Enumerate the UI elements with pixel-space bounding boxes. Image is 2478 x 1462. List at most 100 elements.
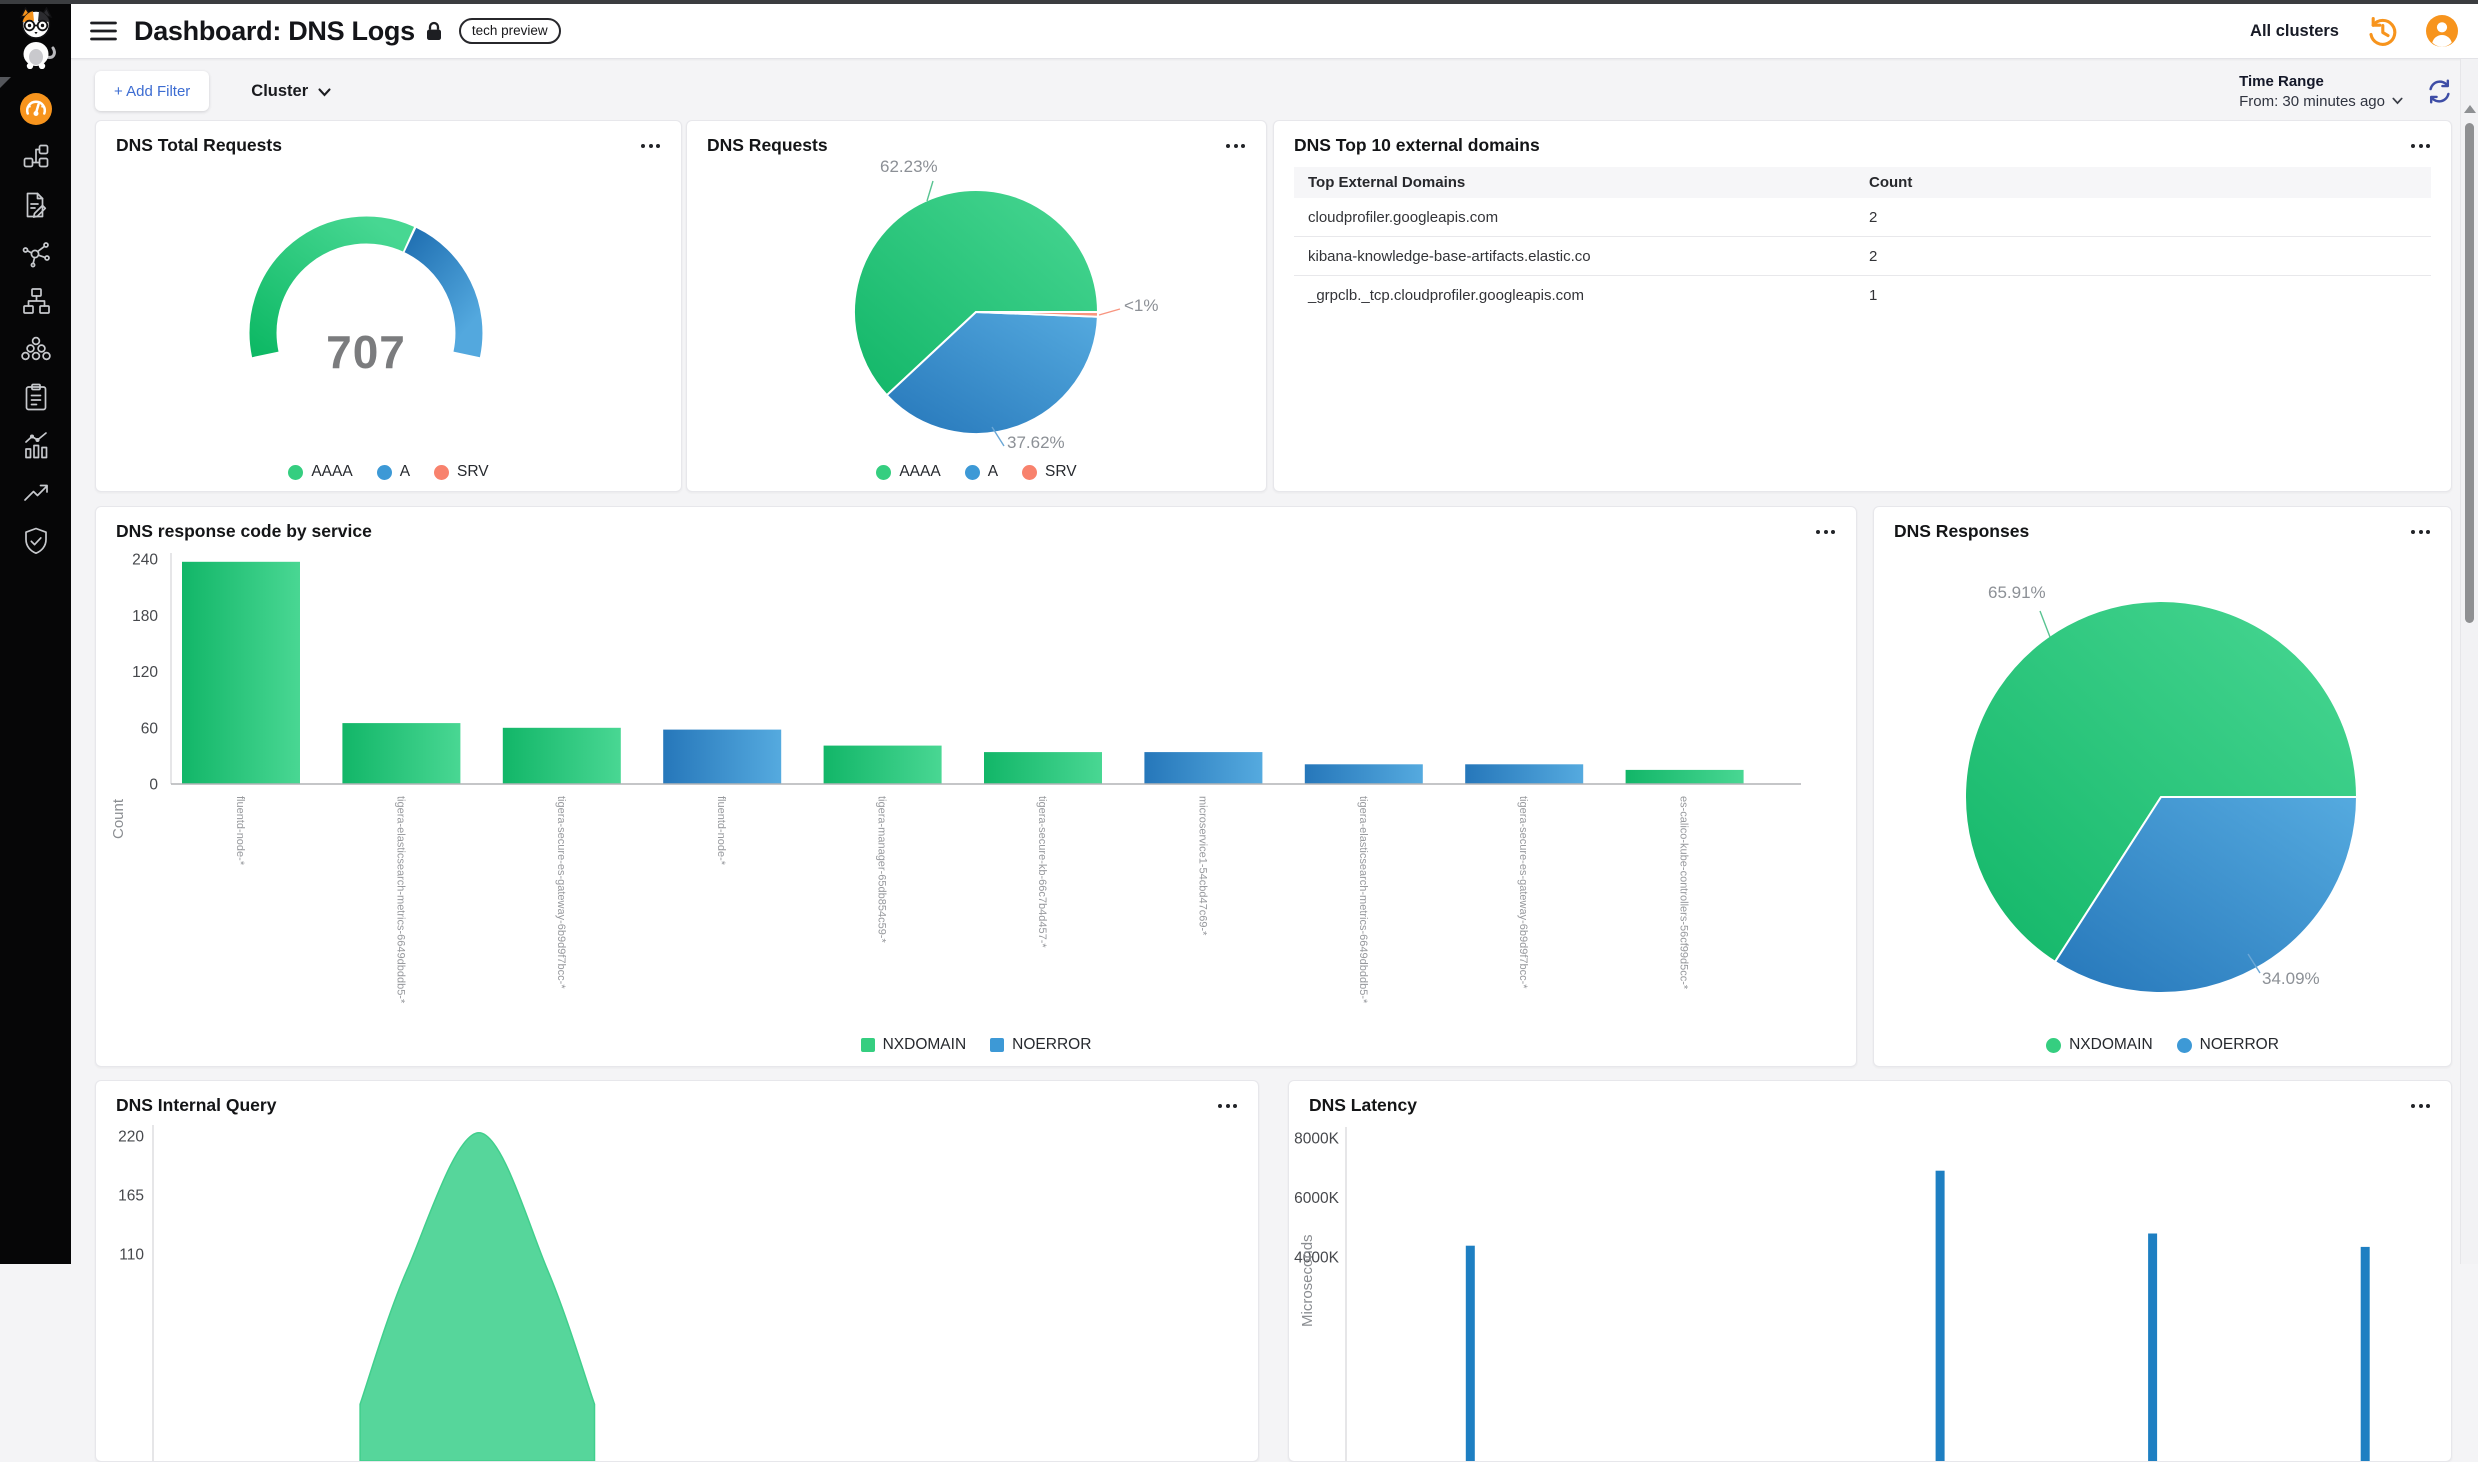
user-avatar-icon[interactable] bbox=[2426, 15, 2458, 47]
top-domains-table: Top External DomainsCountcloudprofiler.g… bbox=[1294, 167, 2431, 314]
sidebar-item-graph-nodes-icon[interactable] bbox=[19, 236, 53, 270]
card-menu-button[interactable] bbox=[2406, 139, 2435, 153]
bar-nxdomain bbox=[984, 752, 1102, 784]
bar-noerror bbox=[663, 730, 781, 784]
x-category-label: tigera-secure-es-gateway-6b9d9f7bcc-* bbox=[555, 796, 567, 989]
y-tick-label: 220 bbox=[118, 1129, 144, 1146]
legend-swatch bbox=[288, 465, 303, 480]
sidebar-item-stats-bars-icon[interactable] bbox=[19, 428, 53, 462]
table-row: kibana-knowledge-base-artifacts.elastic.… bbox=[1294, 237, 2431, 276]
calico-cat-logo[interactable] bbox=[13, 7, 59, 74]
card-menu-button[interactable] bbox=[636, 139, 665, 153]
y-tick-label: 60 bbox=[141, 720, 159, 737]
y-tick-label: 110 bbox=[119, 1247, 144, 1264]
x-category-label: es-calico-kube-controllers-56cf99d5cc-* bbox=[1678, 796, 1690, 990]
legend-item[interactable]: SRV bbox=[1022, 463, 1077, 481]
menu-icon[interactable] bbox=[88, 18, 119, 44]
legend-item[interactable]: AAAA bbox=[288, 463, 352, 481]
sidebar-item-trend-arrow-icon[interactable] bbox=[19, 476, 53, 510]
pie-slice-srv bbox=[976, 312, 1098, 317]
card-menu-button[interactable] bbox=[1811, 525, 1840, 539]
legend-swatch bbox=[1022, 465, 1037, 480]
count-cell: 1 bbox=[1869, 287, 2431, 304]
card-dns-top-domains: DNS Top 10 external domains Top External… bbox=[1273, 120, 2452, 492]
card-menu-button[interactable] bbox=[2406, 525, 2435, 539]
legend-item[interactable]: NXDOMAIN bbox=[2046, 1036, 2153, 1054]
window-top-strip bbox=[0, 0, 2478, 4]
bar-nxdomain bbox=[342, 723, 460, 784]
tech-preview-badge: tech preview bbox=[459, 18, 561, 44]
scrollbar-track[interactable] bbox=[2460, 59, 2478, 1264]
legend-swatch bbox=[990, 1038, 1004, 1052]
pie-label: 62.23% bbox=[880, 157, 938, 177]
y-tick-label: 165 bbox=[118, 1188, 144, 1205]
pie-label-lines bbox=[1874, 507, 2453, 1068]
legend-swatch bbox=[377, 465, 392, 480]
table-header-row: Top External DomainsCount bbox=[1294, 167, 2431, 198]
legend-item[interactable]: SRV bbox=[434, 463, 489, 481]
legend-item[interactable]: NOERROR bbox=[990, 1036, 1091, 1054]
domain-cell: _grpclb._tcp.cloudprofiler.googleapis.co… bbox=[1294, 287, 1869, 304]
legend-label: SRV bbox=[457, 463, 489, 481]
x-category-label: tigera-secure-es-gateway-6b9d9f7bcc-* bbox=[1517, 796, 1529, 989]
legend-item[interactable]: A bbox=[965, 463, 998, 481]
sidebar-item-document-edit-icon[interactable] bbox=[19, 188, 53, 222]
pie-label-lines bbox=[687, 121, 1268, 493]
time-range-block: Time Range From: 30 minutes ago bbox=[2239, 73, 2403, 110]
y-axis-label: Microseconds bbox=[1299, 1234, 1316, 1327]
card-dns-total-requests: DNS Total Requests 707 AAAAASRV bbox=[95, 120, 682, 492]
pie-label: 65.91% bbox=[1988, 583, 2046, 603]
chevron-down-icon bbox=[318, 88, 331, 97]
legend-label: NOERROR bbox=[2200, 1036, 2279, 1054]
history-icon[interactable] bbox=[2366, 15, 2399, 48]
sidebar-item-gauge-dashboard-icon[interactable] bbox=[19, 92, 53, 126]
refresh-icon[interactable] bbox=[2425, 77, 2454, 106]
y-tick-label: 8000K bbox=[1294, 1131, 1339, 1148]
legend-swatch bbox=[861, 1038, 875, 1052]
scrollbar-up-arrow[interactable] bbox=[2464, 105, 2476, 113]
all-clusters-selector[interactable]: All clusters bbox=[2250, 22, 2339, 41]
sidebar-item-clipboard-icon[interactable] bbox=[19, 380, 53, 414]
internal-query-area-chart: 220 165 110 bbox=[96, 1081, 1258, 1461]
card-menu-button[interactable] bbox=[1213, 1099, 1242, 1113]
area-series bbox=[360, 1133, 594, 1461]
lock-icon bbox=[426, 21, 442, 41]
y-tick-label: 6000K bbox=[1294, 1190, 1339, 1207]
add-filter-button[interactable]: + Add Filter bbox=[95, 71, 209, 111]
column-header[interactable]: Top External Domains bbox=[1294, 174, 1869, 191]
sidebar-item-cluster-circles-icon[interactable] bbox=[19, 332, 53, 366]
x-category-label: fluentd-node-* bbox=[715, 796, 727, 866]
pie-slice-aaaa bbox=[854, 190, 1098, 395]
response-code-legend: NXDOMAIN NOERROR bbox=[96, 1036, 1856, 1054]
sidebar-item-shield-check-icon[interactable] bbox=[19, 524, 53, 558]
sidebar-fold-decoration bbox=[0, 77, 11, 88]
time-range-value[interactable]: From: 30 minutes ago bbox=[2239, 93, 2403, 110]
x-category-label: microservice1-54cbd47c69-* bbox=[1196, 796, 1208, 936]
x-category-label: tigera-secure-kb-66c7b4d457-* bbox=[1036, 796, 1048, 948]
y-tick-label: 180 bbox=[132, 608, 158, 625]
card-menu-button[interactable] bbox=[1221, 139, 1250, 153]
legend-label: SRV bbox=[1045, 463, 1077, 481]
cluster-dropdown[interactable]: Cluster bbox=[251, 82, 331, 101]
card-dns-responses: DNS Responses 65.91%34.09%NXDOMAINNOERRO… bbox=[1873, 506, 2452, 1067]
requests-pie-legend: AAAAASRV bbox=[687, 463, 1266, 481]
pie-label: <1% bbox=[1124, 296, 1159, 316]
legend-item[interactable]: AAAA bbox=[876, 463, 940, 481]
legend-item[interactable]: NOERROR bbox=[2177, 1036, 2279, 1054]
y-tick-label: 0 bbox=[149, 777, 158, 794]
column-header[interactable]: Count bbox=[1869, 174, 2431, 191]
x-category-label: tigera-manager-65db854c59-* bbox=[876, 796, 888, 943]
legend-label: A bbox=[400, 463, 410, 481]
gauge-legend: AAAAASRV bbox=[96, 463, 681, 481]
y-tick-label: 120 bbox=[132, 664, 158, 681]
requests-pie bbox=[852, 188, 1100, 436]
scrollbar-thumb[interactable] bbox=[2465, 123, 2474, 623]
sidebar-item-topology-icon[interactable] bbox=[19, 140, 53, 174]
legend-item[interactable]: NXDOMAIN bbox=[861, 1036, 967, 1054]
card-menu-button[interactable] bbox=[2406, 1099, 2435, 1113]
legend-item[interactable]: A bbox=[377, 463, 410, 481]
sidebar-item-sitemap-icon[interactable] bbox=[19, 284, 53, 318]
card-title: DNS Internal Query bbox=[116, 1095, 276, 1116]
pie-slice-noerror bbox=[2055, 797, 2357, 993]
legend-label: A bbox=[988, 463, 998, 481]
